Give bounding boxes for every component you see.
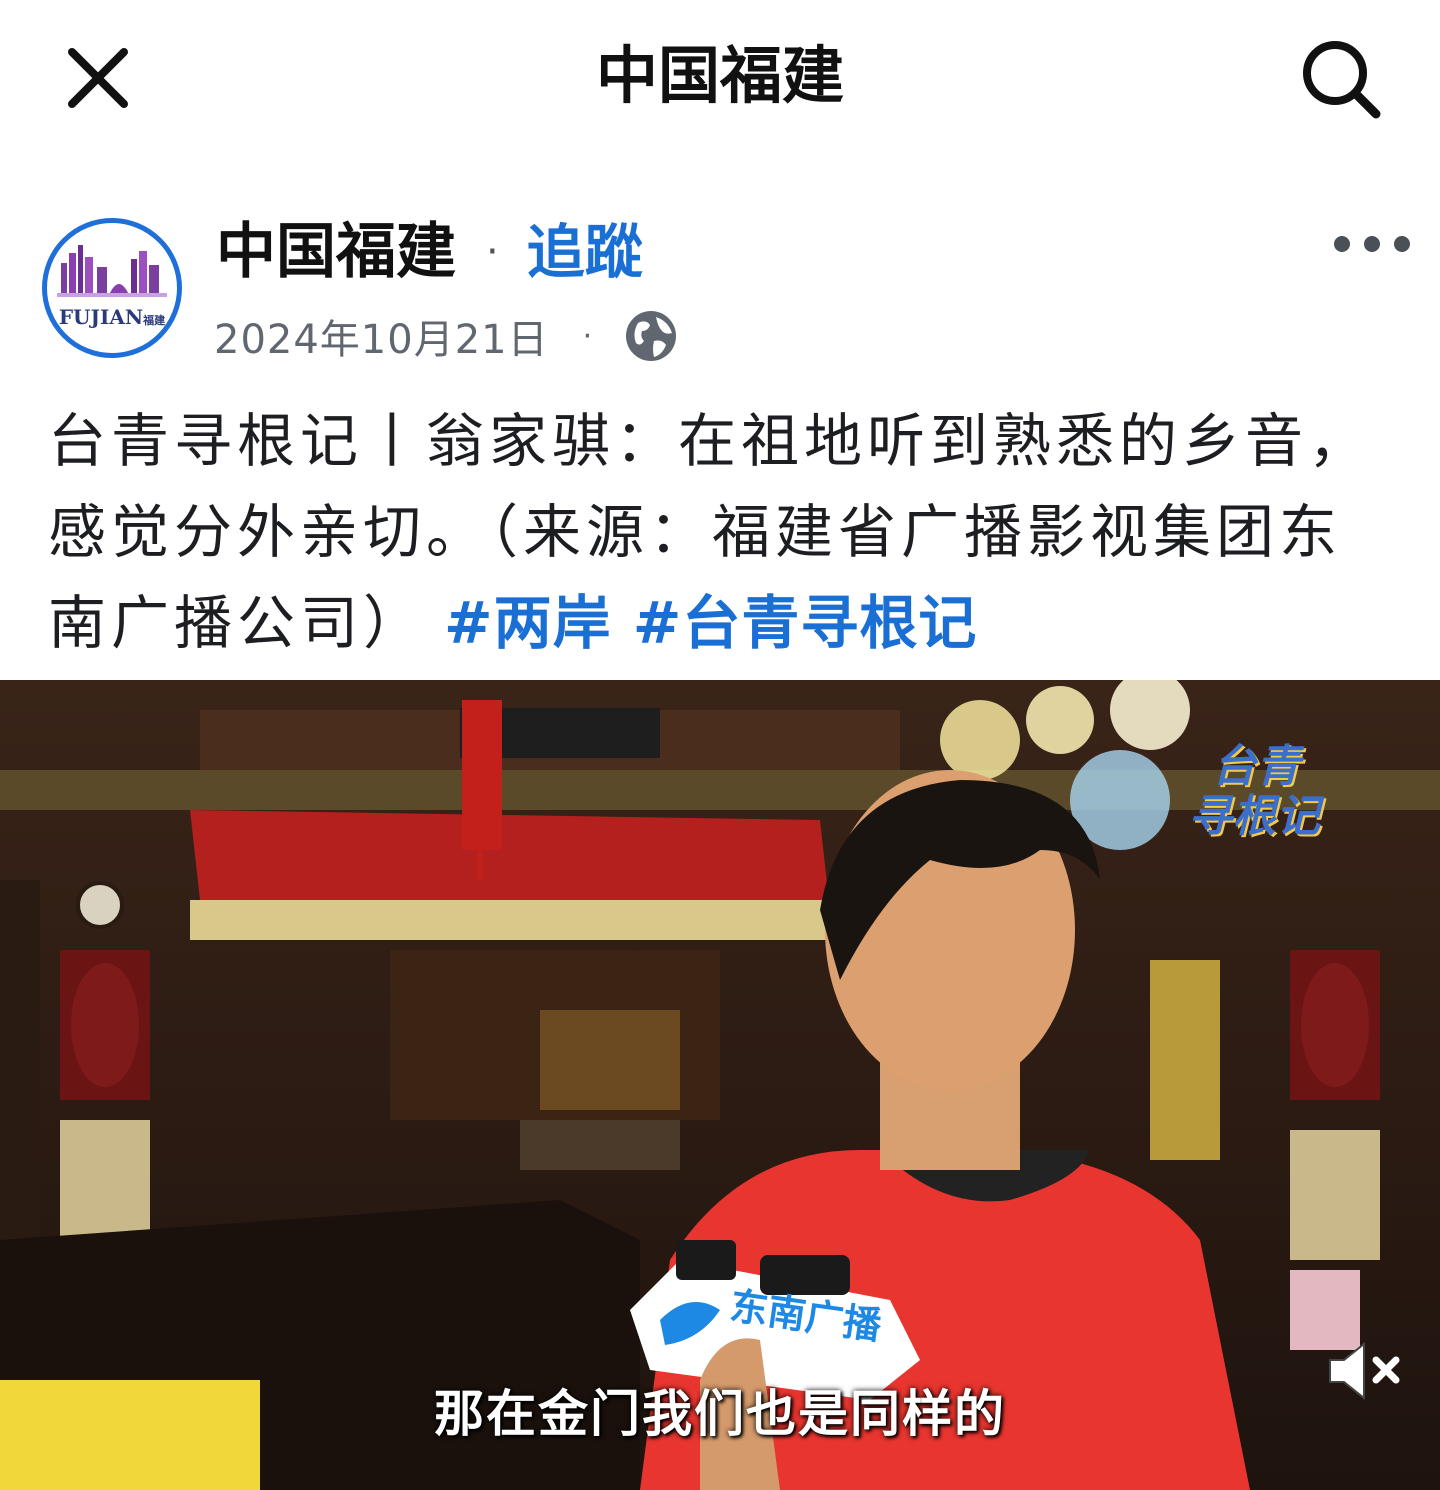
author-row: 中国福建 · 追蹤 — [216, 216, 643, 288]
more-options-button[interactable] — [1334, 226, 1410, 262]
search-icon — [1303, 41, 1381, 119]
fujian-logo-skyline-icon — [57, 245, 167, 297]
more-icon — [1334, 236, 1350, 252]
meta-separator: · — [582, 318, 593, 354]
top-bar: 中国福建 — [0, 0, 1440, 150]
mute-button[interactable] — [1322, 1336, 1406, 1406]
post-date[interactable]: 2024年10月21日 — [214, 307, 549, 365]
post-hashtags[interactable]: #两岸 #台青寻根记 — [444, 589, 977, 657]
more-icon — [1394, 236, 1410, 252]
avatar-logo-text: FUJIAN福建 — [58, 305, 166, 329]
search-button[interactable] — [1298, 36, 1384, 122]
follow-button[interactable]: 追蹤 — [527, 216, 643, 288]
author-name[interactable]: 中国福建 — [216, 216, 456, 288]
post-meta: 2024年10月21日 · — [214, 306, 678, 366]
globe-icon[interactable] — [624, 309, 678, 363]
page-title: 中国福建 — [595, 39, 844, 112]
video-player[interactable]: 台青 寻根记 东南广播 — [0, 680, 1440, 1490]
separator-dot: · — [486, 229, 499, 275]
more-icon — [1364, 236, 1380, 252]
mute-icon — [1329, 1341, 1400, 1401]
post-text: 台青寻根记丨翁家骐：在祖地听到熟悉的乡音，感觉分外亲切。（来源：福建省广播影视集… — [48, 396, 1388, 669]
video-watermark-subtitle: 寻根记 — [1188, 791, 1320, 842]
video-subtitle: 那在金门我们也是同样的 — [434, 1385, 1006, 1443]
avatar[interactable]: FUJIAN福建 — [42, 218, 182, 358]
